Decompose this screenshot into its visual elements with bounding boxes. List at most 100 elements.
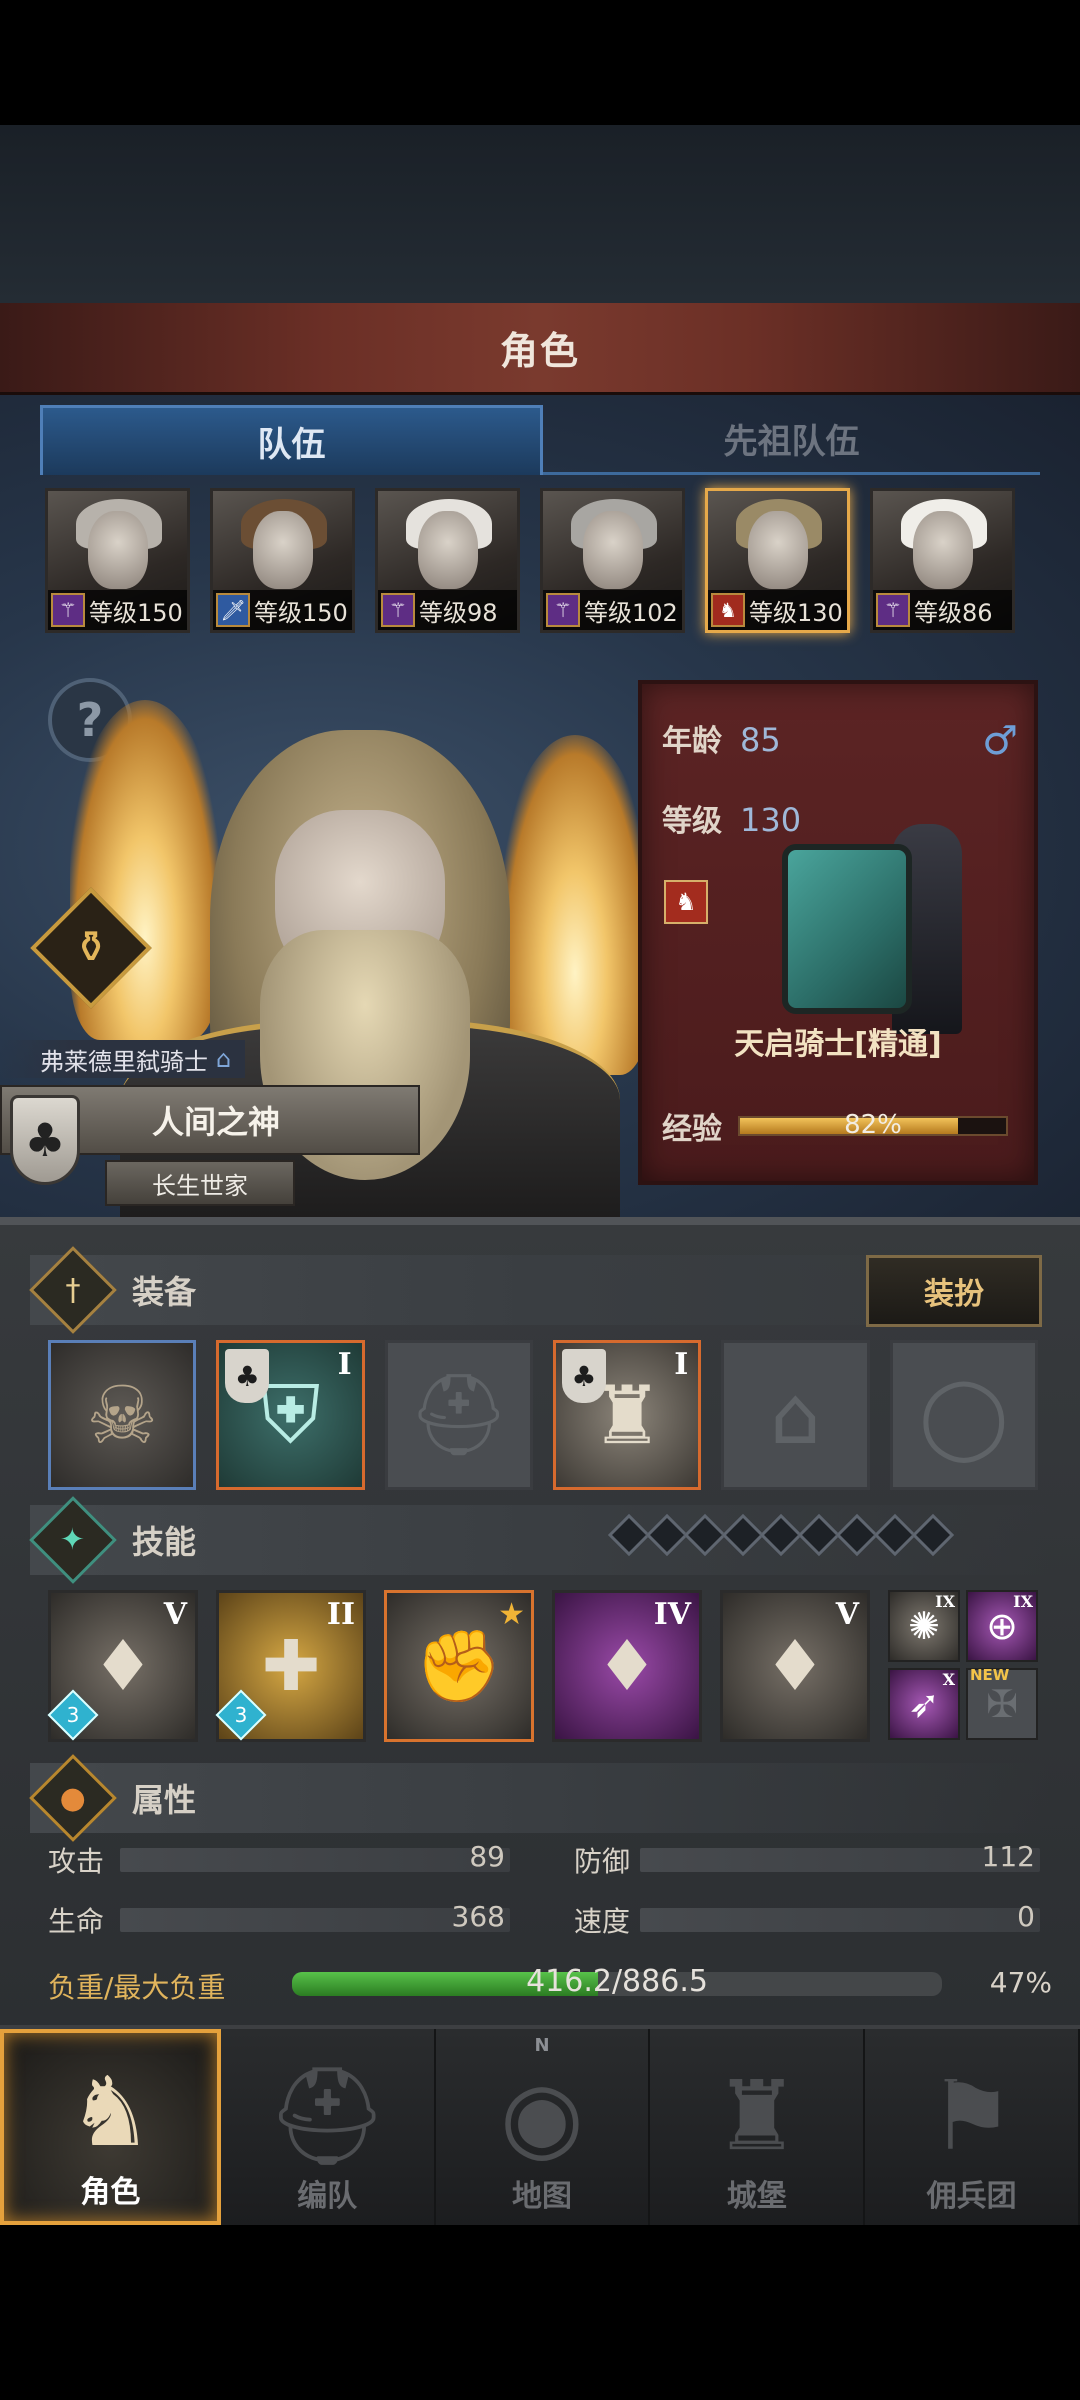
skill-point-icon [911,1513,955,1557]
boots-slot[interactable]: ⌂ [721,1340,870,1490]
helmet-icon: ⛑ [266,2060,389,2172]
castle-icon: ♜ [713,2060,800,2172]
star-icon: ✦ [29,1496,117,1584]
knight-icon: ♞ [67,2056,154,2168]
title-bar: 角色 [0,303,1080,395]
crystal-arm-icon: ♦ [595,1625,659,1707]
skill-point-icon [645,1513,689,1557]
skill-point-icon [607,1513,651,1557]
party-member-2[interactable]: 🗡 等级150 [210,488,355,633]
nav-map[interactable]: N ◉ 地图 [436,2029,651,2225]
party-member-4[interactable]: ⚚ 等级102 [540,488,685,633]
staff-icon: ⚚ [51,593,85,627]
system-nav-area [0,2225,1080,2400]
skill-slots: ♦ V 3 ✚ II 3 ✊ ★ ♦ IV ♦ V ✺ IX ⊕ IX ➶ X … [47,1590,1038,1742]
nav-formation[interactable]: ⛑ 编队 [221,2029,436,2225]
age-label: 年龄 [662,724,722,759]
skill-rank: IX [935,1592,955,1611]
sword-icon: † [29,1246,117,1334]
level-row: ⚚ 等级98 [378,590,517,630]
attributes-title: 属性 [132,1781,197,1819]
portrait-face [748,511,808,589]
gem-badge: 3 [215,1689,267,1741]
nav-label: 地图 [511,2179,572,2214]
bottom-navigation: ♞ 角色 ⛑ 编队 N ◉ 地图 ♜ 城堡 ⚑ 佣兵团 [0,2025,1080,2225]
male-icon: ♂ [982,718,1018,764]
speed-value: 0 [1017,1900,1035,1933]
skill-rank: IX [1013,1592,1033,1611]
skill-rank: IV [653,1597,691,1632]
nav-castle[interactable]: ♜ 城堡 [650,2029,866,2225]
skill-2[interactable]: ✚ II 3 [215,1590,366,1742]
speed-label: 速度 [574,1905,631,1938]
skill-5[interactable]: ♦ V [720,1590,870,1742]
house-icon: ⌂ [216,1045,232,1073]
class-name[interactable]: 天启骑士[精通] [642,1019,1034,1063]
hp-value: 368 [451,1900,505,1933]
level-row: ♞ 等级130 [708,590,847,630]
crystal-strike-icon: ♦ [91,1625,155,1707]
nav-character[interactable]: ♞ 角色 [0,2029,221,2225]
skull-mace-icon: ☠ [86,1368,159,1462]
age-value: 85 [740,721,781,759]
exp-label: 经验 [662,1112,722,1147]
weapon-slot[interactable]: ☠ [48,1340,197,1490]
skill-4[interactable]: ♦ IV [552,1590,702,1742]
nav-mercenaries[interactable]: ⚑ 佣兵团 [865,2029,1080,2225]
crystal-arm-icon: ♦ [763,1625,827,1707]
cross-icon: ✠ [986,1682,1018,1726]
shield-icon: ⛨ [260,1368,321,1461]
helmet-slot[interactable]: ⛑ [384,1340,533,1490]
header-backdrop [0,125,1080,303]
exp-bar: 82% [738,1110,1008,1140]
equipment-slots: ☠ ♣ I ⛨ ⛑ ♣ I ♜ ⌂ ◯ [48,1340,1038,1490]
tab-team[interactable]: 队伍 [40,405,543,475]
skill-point-icon [759,1513,803,1557]
passive-skill-2[interactable]: ⊕ IX [966,1590,1038,1662]
tab-ancestor-team[interactable]: 先祖队伍 [543,405,1040,475]
skills-title: 技能 [132,1523,197,1561]
passive-skill-1[interactable]: ✺ IX [888,1590,960,1662]
skill-point-icon [873,1513,917,1557]
portrait-face [583,511,643,589]
attack-value: 89 [469,1840,505,1873]
defense-value: 112 [981,1840,1035,1873]
load-percent: 47% [989,1966,1052,1999]
passive-skill-empty[interactable]: ✠ NEW [966,1666,1038,1740]
party-member-5[interactable]: ♞ 等级130 [705,488,850,633]
party-member-3[interactable]: ⚚ 等级98 [375,488,520,633]
level-label: 等级130 [749,598,843,627]
horse-icon: ♞ [711,593,745,627]
spear-icon: ➶ [908,1682,940,1726]
attack-label: 攻击 [48,1845,105,1878]
skill-1[interactable]: ♦ V 3 [47,1590,198,1742]
skill-points [607,1513,955,1557]
team-tabs: 队伍 先祖队伍 [40,405,1040,475]
portrait-face [418,511,478,589]
ring-slot[interactable]: ◯ [889,1340,1038,1490]
portrait-face [253,511,313,589]
skill-rank: X [942,1670,955,1689]
party-member-1[interactable]: ⚚ 等级150 [45,488,190,633]
level-label: 等级98 [419,598,498,627]
nav-label: 城堡 [726,2179,787,2214]
helmet-icon: ⛑ [408,1368,510,1461]
level-label: 等级102 [584,598,678,627]
passive-skills: ✺ IX ⊕ IX ➶ X ✠ NEW [888,1590,1038,1742]
skill-3[interactable]: ✊ ★ [384,1590,534,1742]
compass-north: N [534,2035,550,2056]
star-icon: ★ [498,1597,525,1632]
armor-slot[interactable]: ♣ I ♜ [552,1340,702,1490]
shield-slot[interactable]: ♣ I ⛨ [216,1340,365,1490]
equipment-title: 装备 [132,1273,197,1311]
dress-up-button[interactable]: 装扮 [866,1255,1042,1327]
ring-icon: ◯ [919,1368,1009,1462]
hp-label: 生命 [48,1905,105,1938]
load-value: 416.2/886.5 [526,1964,708,1999]
level-label: 等级150 [89,598,183,627]
gem-count: 3 [66,1703,80,1727]
flame-right [500,735,650,1075]
party-member-6[interactable]: ⚚ 等级86 [870,488,1015,633]
passive-skill-3[interactable]: ➶ X [888,1668,960,1740]
party-portraits: ⚚ 等级150 🗡 等级150 ⚚ 等级98 ⚚ 等级102 ♞ 等级130 ⚚… [45,488,1035,636]
